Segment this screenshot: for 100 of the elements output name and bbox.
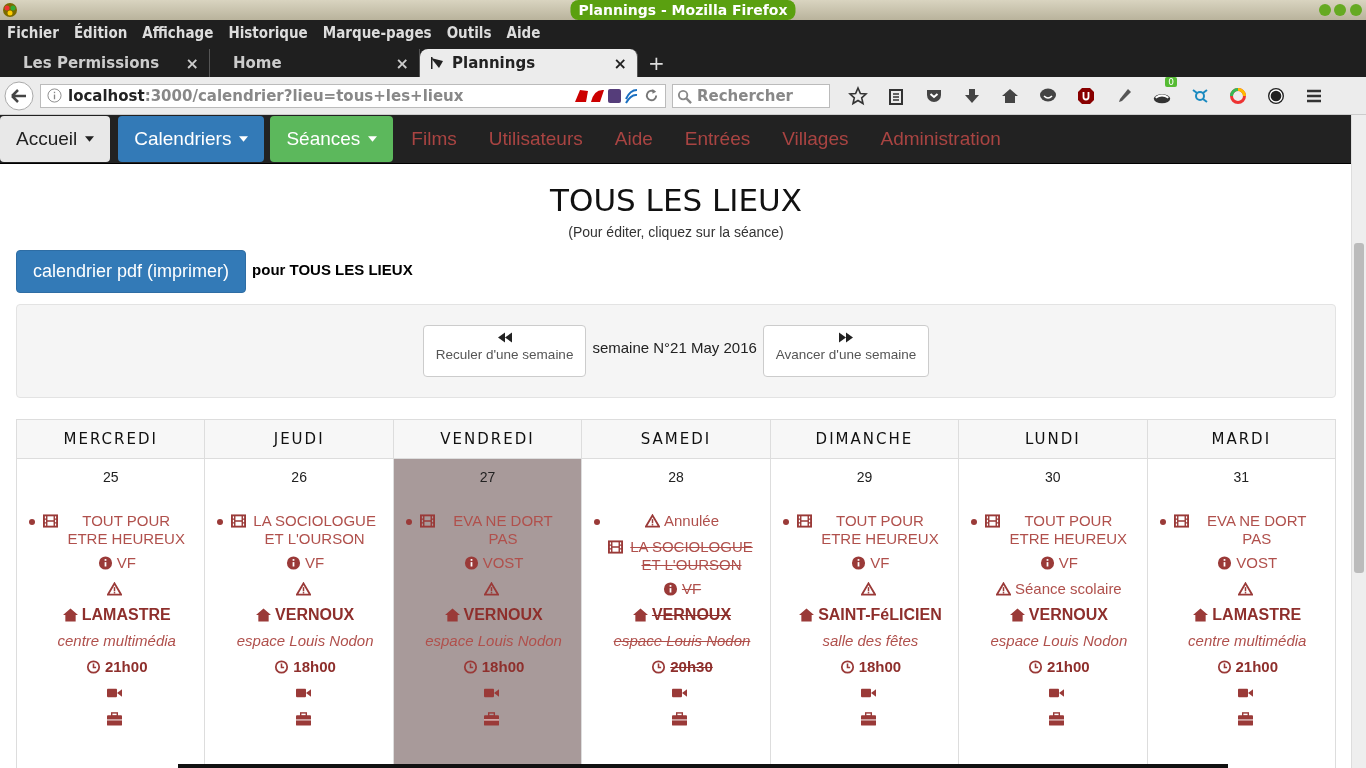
- video-camera-icon: [1049, 686, 1065, 700]
- film-icon: [796, 514, 812, 528]
- shield-icon[interactable]: [1076, 85, 1096, 106]
- film-icon: [1173, 514, 1189, 528]
- app-icon: [2, 2, 18, 18]
- day-number: 27: [478, 469, 497, 485]
- briefcase-icon: [484, 712, 500, 726]
- column-header: MARDI: [1147, 420, 1336, 459]
- menu-item[interactable]: Outils: [446, 23, 492, 42]
- next-week-button[interactable]: Avancer d'une semaine: [762, 325, 930, 377]
- window-title: Plannings - Mozilla Firefox: [570, 0, 796, 20]
- venue-name: centre multimédia: [57, 632, 176, 650]
- star-icon[interactable]: [848, 85, 868, 106]
- info-icon: [47, 88, 62, 103]
- menu-item[interactable]: Affichage: [142, 23, 214, 42]
- venue-name: espace Louis Nodon: [236, 632, 374, 650]
- day-number: 31: [1232, 469, 1251, 485]
- ring-icon[interactable]: [1228, 85, 1248, 106]
- film-icon: [231, 514, 247, 528]
- home-icon: [632, 608, 648, 622]
- film-icon: [43, 514, 58, 528]
- version-text: VF: [116, 554, 136, 572]
- reload-icon[interactable]: [644, 88, 659, 103]
- day-number: 25: [101, 469, 120, 485]
- home-icon: [799, 608, 815, 622]
- menu-item[interactable]: Fichier: [7, 23, 59, 42]
- bullet-icon: [782, 519, 789, 525]
- status-text: Annulée: [663, 512, 719, 530]
- search-field[interactable]: Rechercher: [672, 83, 830, 108]
- time-text: 21h00: [104, 658, 148, 676]
- briefcase-icon: [1237, 712, 1253, 726]
- home-icon: [62, 608, 78, 622]
- session-entry[interactable]: LA SOCIOLOGUE ET L'OURSON VF VERNOUX espace Louis Nodon 18h00: [205, 511, 393, 731]
- scrollbar-thumb[interactable]: [1354, 243, 1364, 573]
- film-title: EVA NE DORT PAS: [1206, 512, 1308, 548]
- home-icon: [1009, 608, 1025, 622]
- clock-icon: [839, 660, 855, 674]
- dropdown-button[interactable]: Accueil: [0, 116, 111, 162]
- home-icon: [444, 608, 460, 622]
- fast-forward-icon: [839, 332, 854, 343]
- info-icon: [662, 582, 678, 596]
- column-header: VENDREDI: [393, 420, 583, 459]
- session-entry[interactable]: TOUT POUR ETRE HEUREUX VF LAMASTRE centre multimédia 21h00: [17, 511, 205, 731]
- time-text: 18h00: [481, 658, 525, 676]
- page-title: TOUS LES LIEUX: [549, 182, 803, 218]
- extension-icons[interactable]: [574, 86, 638, 105]
- village-name: VERNOUX: [1028, 606, 1108, 624]
- village-name: LAMASTRE: [1212, 606, 1302, 624]
- bullet-icon: [971, 519, 978, 525]
- new-tab-button[interactable]: +: [648, 49, 665, 77]
- session-entry[interactable]: TOUT POUR ETRE HEUREUX VF Séance scolaire VERNOUX espace Louis Nodon 21h00: [959, 511, 1147, 731]
- session-entry[interactable]: Annulée LA SOCIOLOGUE ET L'OURSON VF VERNOUX espace Louis Nodon 20h30: [582, 511, 770, 731]
- venue-name: espace Louis Nodon: [425, 632, 562, 650]
- film-title: TOUT POUR ETRE HEUREUX: [1008, 512, 1129, 548]
- wordpress-icon[interactable]: [1266, 85, 1286, 106]
- address-bar[interactable]: localhost:3000/calendrier?lieu=tous+les+lieux: [40, 83, 666, 108]
- bullet-icon: [217, 519, 224, 525]
- film-icon: [608, 540, 624, 554]
- menu-item[interactable]: Aide: [506, 23, 541, 42]
- briefcase-icon: [107, 712, 123, 726]
- warning-icon: [484, 582, 500, 596]
- close-icon[interactable]: ×: [185, 53, 199, 73]
- briefcase-icon: [672, 712, 688, 726]
- session-entry[interactable]: TOUT POUR ETRE HEUREUX VF SAINT-FéLICIEN salle des fêtes 18h00: [770, 511, 959, 731]
- pdf-button[interactable]: calendrier pdf (imprimer): [16, 250, 247, 293]
- time-text: 20h30: [670, 658, 713, 676]
- menu-item[interactable]: Édition: [73, 23, 128, 42]
- back-icon[interactable]: [4, 80, 34, 111]
- video-camera-icon: [860, 686, 876, 700]
- venue-name: salle des fêtes: [822, 632, 919, 650]
- film-icon: [985, 514, 1001, 528]
- venue-name: espace Louis Nodon: [613, 632, 751, 650]
- warning-icon: [644, 514, 660, 528]
- village-name: VERNOUX: [463, 606, 543, 624]
- film-icon: [419, 514, 435, 528]
- menu-item[interactable]: Historique: [228, 23, 308, 42]
- close-icon[interactable]: ×: [395, 53, 409, 73]
- info-icon: [1217, 556, 1233, 570]
- dropdown-button[interactable]: Calendriers: [118, 116, 265, 162]
- briefcase-icon: [295, 712, 311, 726]
- village-name: SAINT-FéLICIEN: [818, 606, 942, 624]
- bullet-icon: [29, 519, 35, 525]
- bullet-icon: [594, 519, 601, 525]
- previous-week-button[interactable]: Reculer d'une semaine: [422, 325, 587, 377]
- home-icon: [256, 608, 272, 622]
- venue-name: espace Louis Nodon: [990, 632, 1128, 650]
- browser-tab[interactable]: Plannings ×: [420, 49, 638, 77]
- day-number: 28: [667, 469, 685, 485]
- menu-item[interactable]: Marque-pages: [322, 23, 432, 42]
- village-name: LAMASTRE: [81, 606, 171, 624]
- close-icon[interactable]: ×: [613, 53, 627, 73]
- video-camera-icon: [484, 686, 500, 700]
- time-text: 21h00: [1047, 658, 1090, 676]
- version-text: VOST: [1236, 554, 1278, 572]
- day-number: 29: [855, 469, 874, 485]
- scrollbar[interactable]: [1351, 115, 1366, 768]
- village-name: VERNOUX: [275, 606, 355, 624]
- info-icon: [851, 556, 867, 570]
- session-entry[interactable]: EVA NE DORT PAS VOST LAMASTRE centre multimédia 21h00: [1147, 511, 1335, 731]
- caret-icon: [85, 136, 95, 142]
